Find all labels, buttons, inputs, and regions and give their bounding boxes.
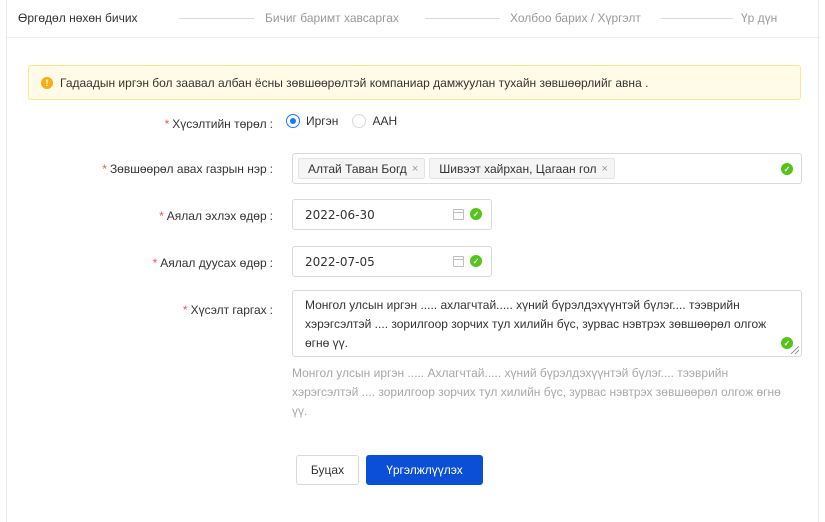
end-date-value: 2022-07-05 (305, 254, 375, 269)
step-divider (425, 18, 500, 19)
applicant-type-radio-group: Иргэн ААН (286, 114, 411, 128)
place-tag: Алтай Таван Богд × (298, 158, 426, 179)
end-date-picker[interactable]: 2022-07-05 ✓ (292, 246, 492, 277)
start-date-picker[interactable]: 2022-06-30 ✓ (292, 199, 492, 230)
place-multiselect[interactable]: Алтай Таван Богд × Шивээт хайрхан, Цагаа… (292, 153, 802, 184)
step-2[interactable]: Бичиг баримт хавсаргах (265, 11, 399, 25)
calendar-icon[interactable] (453, 256, 464, 267)
close-icon[interactable]: × (602, 163, 608, 175)
step-divider (661, 18, 733, 19)
resize-handle-icon[interactable] (791, 346, 799, 354)
step-divider (179, 18, 254, 19)
continue-button[interactable]: Үргэлжлүүлэх (366, 455, 483, 485)
steps-bar: Өргөдөл нөхөн бичих Бичиг баримт хавсарг… (7, 0, 820, 38)
start-date-label: * Аялал эхлэх өдөр: (159, 209, 273, 223)
radio-checked-icon[interactable] (286, 114, 300, 128)
step-3[interactable]: Холбоо барих / Хүргэлт (510, 11, 641, 25)
start-date-value: 2022-06-30 (305, 207, 375, 222)
radio-citizen[interactable]: Иргэн (286, 114, 338, 128)
back-button[interactable]: Буцах (296, 455, 359, 485)
applicant-type-label: * Хүсэлтийн төрөл: (164, 117, 273, 131)
place-label: * Зөвшөөрөл авах газрын нэр: (102, 162, 273, 176)
place-tag: Шивээт хайрхан, Цагаан гол × (429, 158, 615, 179)
calendar-icon[interactable] (453, 209, 464, 220)
check-circle-icon: ✓ (470, 208, 482, 220)
radio-unchecked-icon[interactable] (352, 114, 367, 128)
exclamation-circle-icon: ! (41, 76, 53, 89)
warning-alert: ! Гадаадын иргэн бол заавал албан ёсны з… (28, 65, 801, 100)
end-date-label: * Аялал дуусах өдөр: (152, 256, 273, 270)
request-helper-text: Монгол улсын иргэн ..... Ахлагчтай..... … (292, 366, 781, 418)
request-label: * Хүсэлт гаргах: (182, 303, 273, 317)
application-form-panel: Өргөдөл нөхөн бичих Бичиг баримт хавсарг… (6, 0, 820, 522)
radio-company[interactable]: ААН (352, 114, 397, 128)
request-textarea[interactable]: Монгол улсын иргэн ..... ахлагчтай..... … (292, 290, 802, 357)
check-circle-icon: ✓ (470, 255, 482, 267)
close-icon[interactable]: × (412, 163, 418, 175)
step-1[interactable]: Өргөдөл нөхөн бичих (18, 11, 138, 25)
step-4[interactable]: Үр дүн (741, 11, 777, 25)
alert-text: Гадаадын иргэн бол заавал албан ёсны зөв… (60, 75, 649, 90)
check-circle-icon: ✓ (781, 163, 793, 175)
request-text: Монгол улсын иргэн ..... ахлагчтай..... … (305, 298, 767, 350)
